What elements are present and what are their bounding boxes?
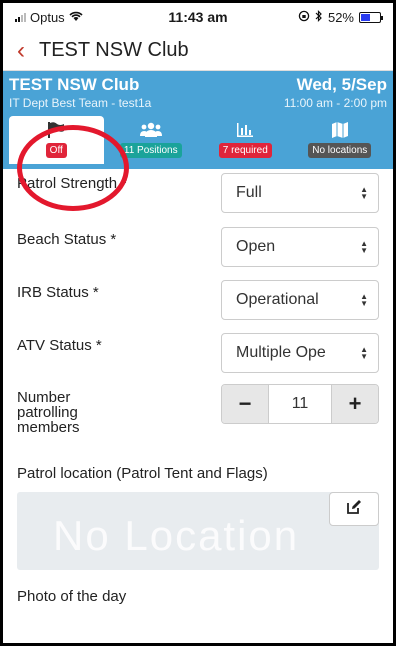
beach-status-value: Open [236,238,276,255]
status-left: Optus [15,10,145,25]
battery-percent: 52% [327,9,354,25]
edit-icon [346,499,362,520]
tab-locations[interactable]: No locations [293,116,388,164]
atv-status-field: ATV Status * Multiple Ope ▲ ▼ [17,329,379,373]
status-bar: Optus 11:43 am 52% [3,3,393,31]
people-icon [139,120,162,140]
tab-requirements[interactable]: 7 required [198,116,293,164]
patrol-strength-select[interactable]: Full ▲ ▼ [221,173,379,213]
patrol-strength-value: Full [236,184,262,201]
decrement-button[interactable]: − [222,385,268,423]
patrol-strength-field: Patrol Strength * Full ▲ ▼ [17,167,379,213]
irb-status-select[interactable]: Operational ▲ ▼ [221,280,379,320]
irb-status-label: IRB Status * [17,284,99,301]
signal-icon [15,12,26,22]
app-frame: Optus 11:43 am 52% ‹ TEST NSW Club TEST … [0,0,396,646]
tab-flags[interactable]: Off [9,116,104,164]
edit-location-button[interactable] [329,492,379,526]
patrol-date: Wed, 5/Sep [296,75,387,94]
patrolling-members-field: Number patrolling members − 11 + [17,384,379,435]
club-header: TEST NSW Club Wed, 5/Sep IT Dept Best Te… [3,71,393,169]
lock-rotation-icon [298,10,310,25]
status-right: 52% [251,9,383,25]
nav-title: TEST NSW Club [39,39,189,61]
carrier-name: Optus [30,9,65,25]
photo-of-day-label: Photo of the day [17,588,127,605]
clock: 11:43 am [168,9,228,25]
patrolling-members-label: Number patrolling members [17,384,80,435]
sort-caret-icon: ▲ ▼ [360,292,368,308]
location-map-placeholder: No Location [17,492,379,570]
patrol-strength-label: Patrol Strength * [17,175,128,192]
irb-status-field: IRB Status * Operational ▲ ▼ [17,276,379,320]
patrol-location-label: Patrol location (Patrol Tent and Flags) [17,465,268,482]
no-location-text: No Location [53,512,300,559]
tab-positions[interactable]: 11 Positions [104,116,199,164]
patrol-time-range: 11:00 am - 2:00 pm [283,96,387,110]
team-name: IT Dept Best Team - test1a [9,96,152,110]
members-count[interactable]: 11 [268,385,332,423]
patrol-form: Patrol Strength * Full ▲ ▼ Beach Status *… [3,167,393,605]
requirements-badge: 7 required [218,143,272,158]
patrol-location-section: Patrol location (Patrol Tent and Flags) … [17,465,379,570]
irb-status-value: Operational [236,291,319,308]
locations-badge: No locations [308,143,372,158]
bar-chart-icon [236,120,254,140]
sort-caret-icon: ▲ ▼ [360,185,368,201]
atv-status-label: ATV Status * [17,337,102,354]
map-icon [331,120,349,140]
back-chevron-icon[interactable]: ‹ [17,38,25,63]
label-line: members [17,419,80,436]
club-name: TEST NSW Club [9,75,140,94]
battery-icon [359,11,383,23]
flags-badge: Off [45,143,67,158]
increment-button[interactable]: + [332,385,378,423]
sort-caret-icon: ▲ ▼ [360,239,368,255]
positions-badge: 11 Positions [119,143,182,158]
atv-status-value: Multiple Ope [236,344,326,361]
beach-status-select[interactable]: Open ▲ ▼ [221,227,379,267]
atv-status-select[interactable]: Multiple Ope ▲ ▼ [221,333,379,373]
wifi-icon [69,10,83,25]
beach-status-field: Beach Status * Open ▲ ▼ [17,223,379,267]
navigation-bar: ‹ TEST NSW Club [3,31,393,71]
members-stepper: − 11 + [221,384,379,424]
flag-icon [47,120,65,140]
bluetooth-icon [315,9,323,25]
beach-status-label: Beach Status * [17,231,117,248]
patrol-tabs: Off 11 Positions 7 required No locations [9,116,387,164]
sort-caret-icon: ▲ ▼ [360,345,368,361]
